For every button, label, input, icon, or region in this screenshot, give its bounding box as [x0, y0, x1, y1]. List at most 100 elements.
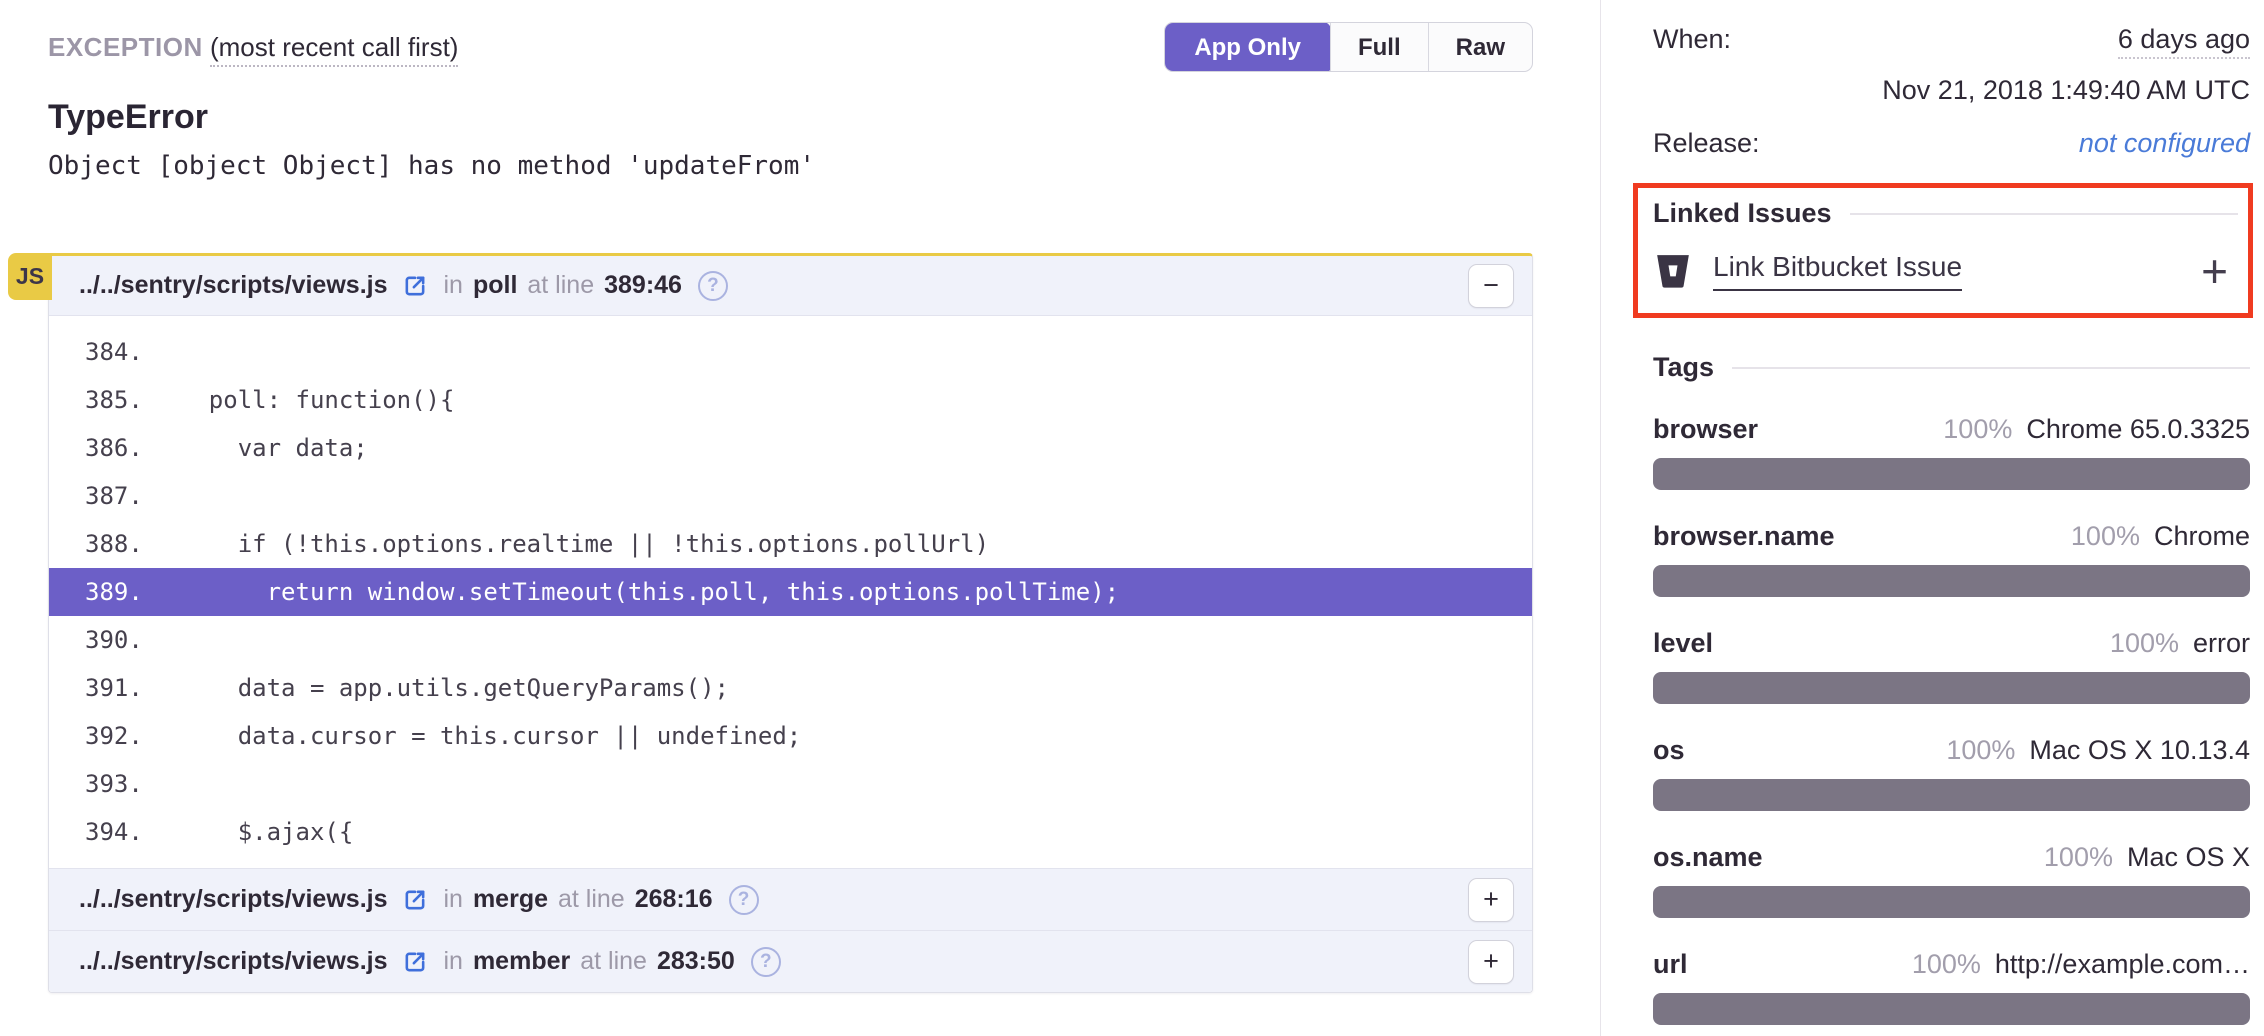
tag-row-level: level 100% error	[1653, 628, 2250, 704]
help-icon[interactable]: ?	[698, 271, 728, 301]
tag-value[interactable]: error	[2193, 628, 2250, 659]
tag-value[interactable]: Mac OS X	[2127, 842, 2250, 873]
bitbucket-icon	[1653, 251, 1693, 291]
open-in-new-icon[interactable]	[401, 886, 429, 914]
add-linked-issue-button[interactable]: +	[2201, 253, 2228, 290]
code-line: 390.	[49, 616, 1532, 664]
linked-issues-highlight-box: Linked Issues Link Bitbucket Issue +	[1633, 183, 2253, 318]
tag-row-os-name: os.name 100% Mac OS X	[1653, 842, 2250, 918]
code-line: 394. $.ajax({	[49, 808, 1532, 856]
stacktrace-view-toggle: App Only Full Raw	[1164, 22, 1533, 72]
frame-file-path: ../../sentry/scripts/views.js	[79, 885, 387, 914]
frame-function: poll	[473, 271, 517, 300]
tag-value[interactable]: Chrome 65.0.3325	[2026, 414, 2250, 445]
platform-badge-js: JS	[8, 253, 52, 300]
linked-issues-header: Linked Issues	[1653, 198, 2238, 229]
link-bitbucket-issue-link[interactable]: Link Bitbucket Issue	[1713, 251, 1962, 291]
frame-at-label: at line	[580, 947, 647, 976]
tag-distribution-bar	[1653, 565, 2250, 597]
frame-function: member	[473, 947, 570, 976]
tag-row-browser-name: browser.name 100% Chrome	[1653, 521, 2250, 597]
tag-percent: 100%	[1912, 949, 1981, 980]
tag-distribution-bar	[1653, 458, 2250, 490]
toggle-full[interactable]: Full	[1330, 23, 1428, 72]
tag-value[interactable]: http://example.com…	[1995, 949, 2250, 980]
expand-frame-button[interactable]: +	[1468, 878, 1514, 922]
stack-frame-poll[interactable]: ../../sentry/scripts/views.js in poll at…	[49, 256, 1532, 316]
toggle-raw[interactable]: Raw	[1428, 23, 1532, 72]
code-line: 385. poll: function(){	[49, 376, 1532, 424]
tag-percent: 100%	[2110, 628, 2179, 659]
exception-label: EXCEPTION	[48, 32, 203, 62]
frame-in-label: in	[443, 271, 462, 300]
when-label: When:	[1653, 24, 1731, 55]
when-relative-time[interactable]: 6 days ago	[2118, 24, 2250, 59]
frame-at-label: at line	[527, 271, 594, 300]
linked-issues-title: Linked Issues	[1653, 198, 1832, 229]
exception-order-note[interactable]: (most recent call first)	[210, 32, 459, 67]
tag-distribution-bar	[1653, 779, 2250, 811]
stack-frame-merge[interactable]: ../../sentry/scripts/views.js in merge a…	[49, 868, 1532, 930]
tag-key[interactable]: os.name	[1653, 842, 1763, 873]
frame-file-path: ../../sentry/scripts/views.js	[79, 947, 387, 976]
frame-in-label: in	[443, 947, 462, 976]
section-divider	[1850, 213, 2238, 215]
tag-percent: 100%	[1946, 735, 2015, 766]
tag-percent: 100%	[1943, 414, 2012, 445]
frame-at-label: at line	[558, 885, 625, 914]
code-line: 392. data.cursor = this.cursor || undefi…	[49, 712, 1532, 760]
tag-distribution-bar	[1653, 886, 2250, 918]
tag-key[interactable]: os	[1653, 735, 1685, 766]
error-type: TypeError	[48, 98, 1533, 137]
frame-function: merge	[473, 885, 548, 914]
code-line-active: 389. return window.setTimeout(this.poll,…	[49, 568, 1532, 616]
tag-row-url: url 100% http://example.com…	[1653, 949, 2250, 1025]
frame-line-number: 268:16	[635, 885, 713, 914]
release-row: Release: not configured	[1653, 128, 2250, 159]
tag-key[interactable]: level	[1653, 628, 1713, 659]
code-line: 387.	[49, 472, 1532, 520]
code-line: 386. var data;	[49, 424, 1532, 472]
frame-file-path: ../../sentry/scripts/views.js	[79, 271, 387, 300]
expand-frame-button[interactable]: +	[1468, 940, 1514, 984]
tag-key[interactable]: browser.name	[1653, 521, 1835, 552]
tag-distribution-bar	[1653, 672, 2250, 704]
tag-value[interactable]: Chrome	[2154, 521, 2250, 552]
link-bitbucket-issue-row: Link Bitbucket Issue +	[1653, 251, 2238, 291]
code-line: 388. if (!this.options.realtime || !this…	[49, 520, 1532, 568]
collapse-frame-button[interactable]: −	[1468, 264, 1514, 308]
tag-row-browser: browser 100% Chrome 65.0.3325	[1653, 414, 2250, 490]
when-row: When: 6 days ago	[1653, 24, 2250, 59]
help-icon[interactable]: ?	[751, 947, 781, 977]
tags-title: Tags	[1653, 352, 1714, 383]
exception-title: EXCEPTION (most recent call first)	[48, 32, 458, 63]
tag-key[interactable]: url	[1653, 949, 1688, 980]
open-in-new-icon[interactable]	[401, 272, 429, 300]
help-icon[interactable]: ?	[729, 885, 759, 915]
tag-value[interactable]: Mac OS X 10.13.4	[2029, 735, 2250, 766]
frame-in-label: in	[443, 885, 462, 914]
tag-percent: 100%	[2071, 521, 2140, 552]
event-sidebar: When: 6 days ago Nov 21, 2018 1:49:40 AM…	[1600, 0, 2264, 1036]
stack-frame-member[interactable]: ../../sentry/scripts/views.js in member …	[49, 930, 1532, 992]
stacktrace-panel: JS ../../sentry/scripts/views.js in poll…	[48, 253, 1533, 993]
code-line: 391. data = app.utils.getQueryParams();	[49, 664, 1532, 712]
release-not-configured-link[interactable]: not configured	[2079, 128, 2250, 159]
frame-line-number: 283:50	[657, 947, 735, 976]
error-message: Object [object Object] has no method 'up…	[48, 151, 1533, 181]
toggle-app-only[interactable]: App Only	[1164, 22, 1331, 72]
source-code-listing: 384. 385. poll: function(){ 386. var dat…	[49, 316, 1532, 868]
tags-header: Tags	[1653, 352, 2250, 383]
tag-row-os: os 100% Mac OS X 10.13.4	[1653, 735, 2250, 811]
exception-header-row: EXCEPTION (most recent call first) App O…	[48, 22, 1533, 72]
exception-section: EXCEPTION (most recent call first) App O…	[0, 0, 1600, 1036]
code-line: 384.	[49, 328, 1532, 376]
release-label: Release:	[1653, 128, 1760, 159]
section-divider	[1732, 367, 2250, 369]
event-detail-page: EXCEPTION (most recent call first) App O…	[0, 0, 2264, 1036]
tag-key[interactable]: browser	[1653, 414, 1758, 445]
tag-percent: 100%	[2044, 842, 2113, 873]
when-datetime: Nov 21, 2018 1:49:40 AM UTC	[1653, 75, 2250, 106]
frame-line-number: 389:46	[604, 271, 682, 300]
open-in-new-icon[interactable]	[401, 948, 429, 976]
